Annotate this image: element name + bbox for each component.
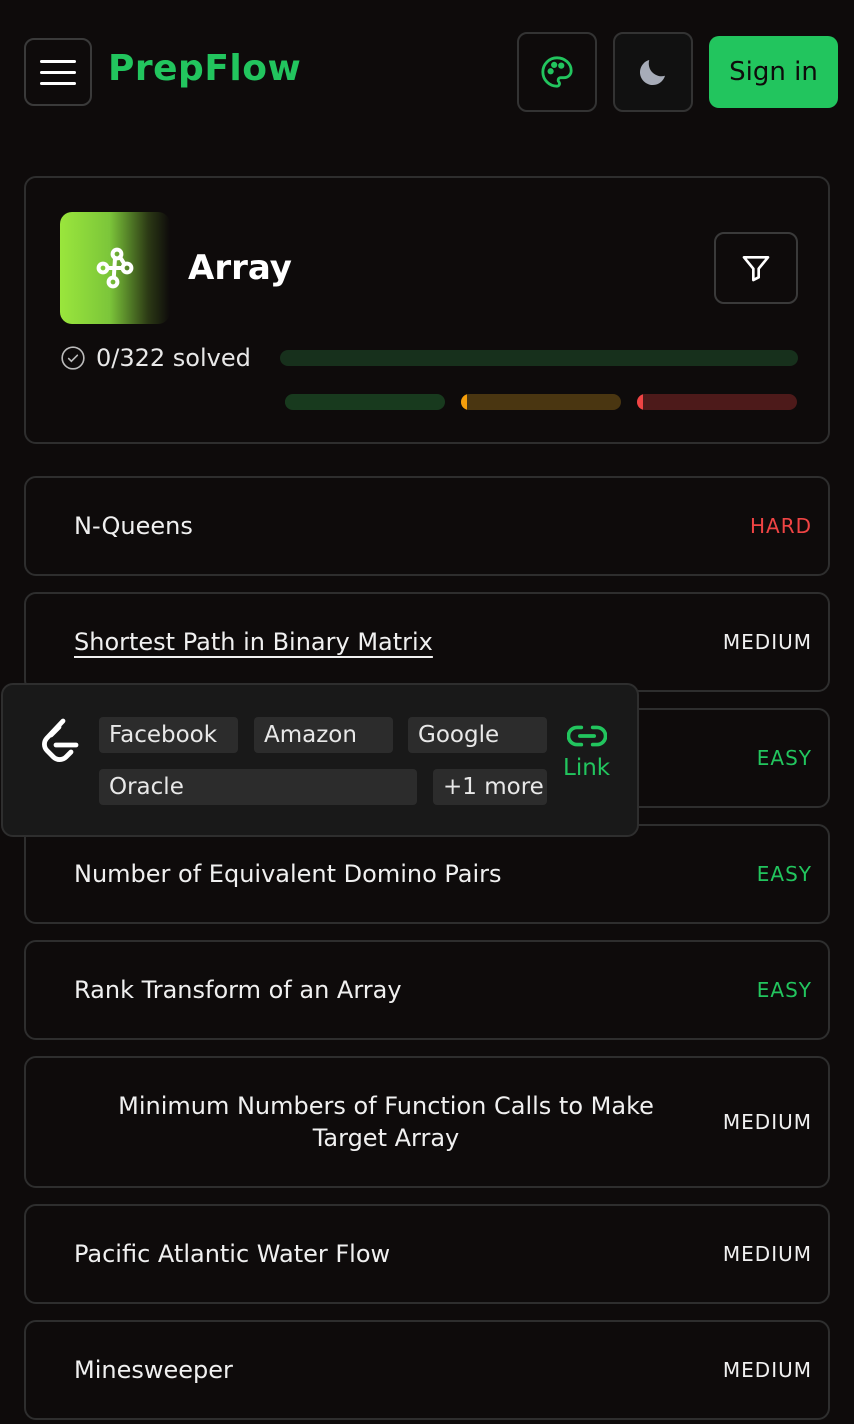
difficulty-badge: MEDIUM [722, 1110, 812, 1134]
topic-logo [60, 212, 170, 324]
filter-icon [742, 255, 770, 282]
problem-row[interactable]: Rank Transform of an Array EASY [24, 940, 830, 1040]
company-tag: Facebook [99, 717, 238, 753]
problem-row[interactable]: N-Queens HARD [24, 476, 830, 576]
link-label[interactable]: Link [563, 755, 610, 781]
overall-progress-bar [280, 350, 798, 366]
problem-name[interactable]: N-Queens [74, 478, 193, 574]
check-circle-icon [61, 346, 85, 370]
graph-nodes-icon [96, 247, 134, 289]
problem-name[interactable]: Pacific Atlantic Water Flow [74, 1206, 390, 1302]
problem-name[interactable]: Minesweeper [74, 1322, 233, 1418]
problem-row[interactable]: Minimum Numbers of Function Calls to Mak… [24, 1056, 830, 1188]
solved-count: 0/322 solved [60, 344, 251, 372]
hard-progress-bar [637, 394, 797, 410]
difficulty-badge: MEDIUM [722, 1242, 812, 1266]
difficulty-badge: EASY [756, 862, 812, 886]
problem-name[interactable]: Number of Equivalent Domino Pairs [74, 826, 502, 922]
moon-icon [639, 60, 665, 86]
problem-row[interactable]: Shortest Path in Binary Matrix MEDIUM [24, 592, 830, 692]
company-tag: Amazon [254, 717, 393, 753]
company-tag: Google [408, 717, 547, 753]
theme-toggle-button[interactable] [613, 32, 693, 112]
menu-button[interactable] [24, 38, 92, 106]
company-tag: Oracle [99, 769, 417, 805]
medium-progress-bar [461, 394, 621, 410]
problem-row[interactable]: Number of Equivalent Domino Pairs EASY [24, 824, 830, 924]
problem-name[interactable]: Shortest Path in Binary Matrix [74, 594, 433, 690]
difficulty-badge: EASY [756, 746, 812, 770]
difficulty-badge: EASY [756, 978, 812, 1002]
palette-icon [541, 56, 573, 88]
solved-text: 0/322 solved [96, 344, 251, 372]
problem-row[interactable]: Minesweeper MEDIUM [24, 1320, 830, 1420]
difficulty-badge: MEDIUM [722, 630, 812, 654]
brand-title[interactable]: PrepFlow [108, 48, 301, 89]
palette-button[interactable] [517, 32, 597, 112]
problem-link[interactable]: Link [563, 721, 610, 781]
topic-card: Array 0/322 solved [24, 176, 830, 444]
easy-progress-bar [285, 394, 445, 410]
problem-name[interactable]: Minimum Numbers of Function Calls to Mak… [86, 1058, 686, 1186]
problem-name[interactable]: Rank Transform of an Array [74, 942, 402, 1038]
leetcode-icon [42, 718, 79, 762]
problem-row[interactable]: Pacific Atlantic Water Flow MEDIUM [24, 1204, 830, 1304]
sign-in-button[interactable]: Sign in [709, 36, 838, 108]
link-icon [566, 725, 607, 747]
problem-details-popover: Facebook Amazon Google Oracle +1 more Li… [1, 683, 639, 837]
top-bar: PrepFlow Sign in [0, 0, 854, 144]
topic-title: Array [188, 248, 292, 288]
more-companies-tag[interactable]: +1 more [433, 769, 547, 805]
filter-button[interactable] [714, 232, 798, 304]
difficulty-badge: HARD [749, 514, 812, 538]
hamburger-icon [40, 59, 76, 63]
difficulty-badge: MEDIUM [722, 1358, 812, 1382]
